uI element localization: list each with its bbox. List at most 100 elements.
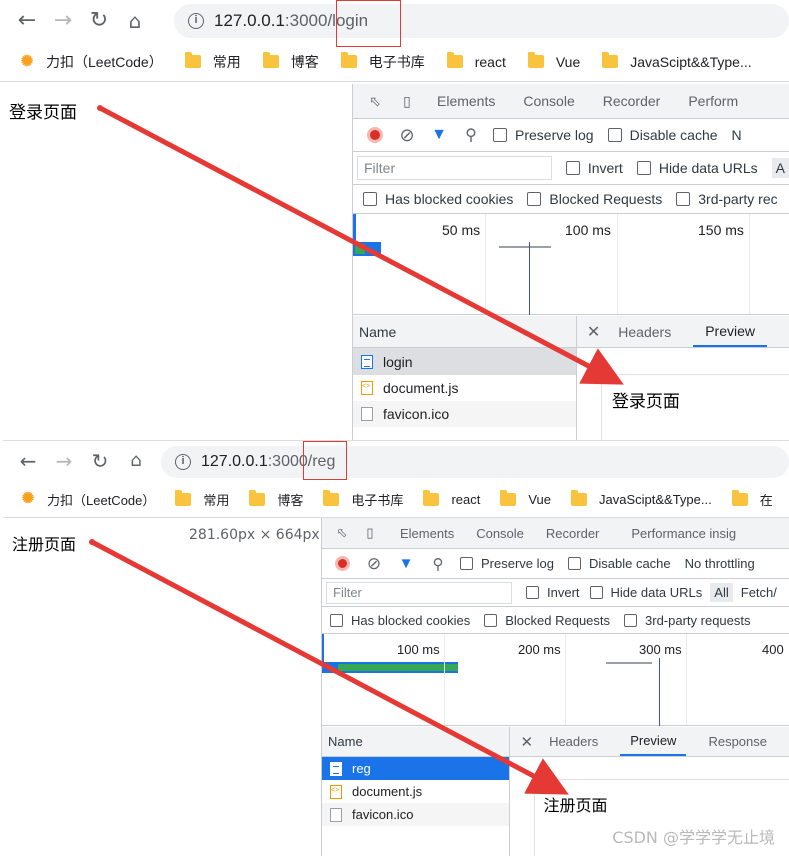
request-row-document-js[interactable]: document.js — [322, 780, 509, 803]
inspect-icon[interactable]: ⬁ — [332, 523, 352, 543]
bookmark-leetcode[interactable]: ✺ 力扣（LeetCode） — [18, 52, 163, 72]
blocked-requests-checkbox[interactable]: Blocked Requests — [527, 191, 662, 207]
filter-input[interactable]: Filter — [326, 581, 512, 604]
tab-preview[interactable]: Preview — [620, 727, 687, 756]
reload-icon[interactable]: ↻ — [85, 446, 115, 476]
tab-elements[interactable]: Elements — [437, 93, 495, 109]
back-icon[interactable]: ← — [13, 446, 43, 476]
inspect-icon[interactable]: ⬁ — [365, 91, 385, 111]
hide-data-urls-checkbox[interactable]: Hide data URLs — [636, 160, 758, 176]
close-icon[interactable]: ✕ — [587, 322, 600, 342]
folder-icon — [446, 52, 463, 68]
filter-icon[interactable]: ▼ — [396, 554, 416, 574]
preserve-log-checkbox[interactable]: Preserve log — [460, 556, 554, 571]
bookmark-folder[interactable]: JavaScipt&&Type... — [571, 489, 712, 507]
search-icon[interactable]: ⚲ — [428, 554, 448, 574]
has-blocked-cookies-checkbox[interactable]: Has blocked cookies — [330, 613, 470, 628]
search-icon[interactable]: ⚲ — [461, 125, 481, 145]
folder-icon — [323, 489, 340, 506]
browser-toolbar: ← → ↻ ⌂ i 127.0.0.1:3000/reg — [3, 441, 789, 481]
tab-console[interactable]: Console — [523, 93, 574, 109]
folder-icon — [731, 489, 748, 506]
bookmark-folder[interactable]: Vue — [500, 489, 551, 507]
bookmark-folder[interactable]: 博客 — [262, 52, 319, 72]
disable-cache-checkbox[interactable]: Disable cache — [607, 127, 718, 143]
throttling-select[interactable]: N — [732, 127, 742, 143]
name-column-header[interactable]: Name — [353, 316, 576, 348]
device-toggle-icon[interactable]: ▯ — [397, 91, 417, 111]
site-info-icon[interactable]: i — [175, 454, 191, 470]
preserve-log-checkbox[interactable]: Preserve log — [493, 127, 594, 143]
tab-recorder[interactable]: Recorder — [546, 526, 599, 541]
timeline-gridline — [444, 634, 445, 725]
address-bar[interactable]: i 127.0.0.1:3000/login — [174, 4, 789, 38]
network-timeline[interactable]: 100 ms 200 ms 300 ms 400 — [322, 634, 789, 726]
clear-icon[interactable]: ⊘ — [364, 554, 384, 574]
invert-checkbox[interactable]: Invert — [526, 585, 580, 600]
bookmark-folder[interactable]: react — [423, 489, 480, 507]
tab-headers[interactable]: Headers — [549, 727, 598, 756]
invert-checkbox[interactable]: Invert — [565, 160, 623, 176]
reload-icon[interactable]: ↻ — [84, 6, 114, 36]
folder-icon — [175, 489, 192, 506]
request-row-login[interactable]: login — [353, 348, 576, 375]
bookmark-folder[interactable]: 电子书库 — [323, 489, 403, 509]
filter-all-button[interactable]: A — [771, 158, 789, 178]
third-party-label: 3rd-party requests — [645, 612, 751, 628]
tab-response[interactable]: Response — [708, 727, 767, 756]
request-row-reg[interactable]: reg — [322, 757, 510, 780]
tab-performance-insights[interactable]: Performance insig — [631, 526, 736, 541]
home-icon[interactable]: ⌂ — [121, 446, 151, 476]
detail-tabbar: ✕ Headers Preview Response — [510, 727, 789, 757]
disable-cache-checkbox[interactable]: Disable cache — [567, 556, 671, 571]
home-icon[interactable]: ⌂ — [120, 6, 150, 36]
name-column-header[interactable]: Name — [322, 727, 510, 757]
site-info-icon[interactable]: i — [188, 13, 204, 29]
bookmark-leetcode[interactable]: ✺ 力扣（LeetCode） — [19, 490, 156, 509]
device-toggle-icon[interactable]: ▯ — [360, 523, 380, 543]
bookmark-folder[interactable]: 在 — [731, 489, 773, 509]
tab-performance[interactable]: Perform — [688, 93, 738, 109]
page-content: 登录页面 — [0, 84, 352, 440]
tab-headers[interactable]: Headers — [618, 316, 671, 347]
bookmark-folder[interactable]: Vue — [527, 52, 580, 70]
bookmark-folder[interactable]: 常用 — [184, 52, 241, 72]
network-timeline[interactable]: 50 ms 100 ms 150 ms — [353, 214, 789, 315]
request-name: reg — [352, 761, 371, 776]
third-party-checkbox[interactable]: 3rd-party rec — [676, 191, 778, 207]
tab-preview[interactable]: Preview — [693, 316, 767, 347]
hide-data-urls-checkbox[interactable]: Hide data URLs — [589, 585, 702, 600]
bookmark-folder[interactable]: react — [446, 52, 506, 70]
bookmark-folder[interactable]: 常用 — [175, 489, 229, 509]
timeline-gridline — [617, 214, 618, 314]
back-icon[interactable]: ← — [12, 6, 42, 36]
request-row-favicon[interactable]: favicon.ico — [322, 803, 510, 826]
blocked-requests-checkbox[interactable]: Blocked Requests — [484, 613, 610, 628]
bookmark-folder[interactable]: 电子书库 — [340, 52, 425, 72]
dom-content-loaded-line — [659, 658, 660, 726]
timeline-gridline — [686, 634, 687, 725]
clear-icon[interactable]: ⊘ — [397, 125, 417, 145]
tab-recorder[interactable]: Recorder — [603, 93, 661, 109]
has-blocked-cookies-checkbox[interactable]: Has blocked cookies — [363, 191, 513, 207]
third-party-checkbox[interactable]: 3rd-party requests — [624, 613, 751, 628]
filter-icon[interactable]: ▼ — [429, 125, 449, 145]
request-row-document-js[interactable]: document.js — [353, 375, 576, 401]
forward-icon[interactable]: → — [49, 446, 79, 476]
close-icon[interactable]: ✕ — [520, 733, 533, 751]
bookmarks-bar: ✺ 力扣（LeetCode） 常用 博客 电子书库 react Vue JavaS… — [3, 481, 789, 518]
record-icon[interactable] — [365, 125, 385, 145]
tab-elements[interactable]: Elements — [400, 526, 454, 541]
filter-all-button[interactable]: All — [710, 583, 733, 602]
filter-fetch-button[interactable]: Fetch/ — [741, 585, 777, 600]
bookmark-folder[interactable]: JavaScipt&&Type... — [602, 52, 752, 70]
forward-icon[interactable]: → — [48, 6, 78, 36]
record-icon[interactable] — [332, 554, 352, 574]
blocked-filters-row: Has blocked cookies Blocked Requests 3rd… — [353, 185, 789, 214]
filter-input[interactable]: Filter — [357, 156, 552, 180]
tab-console[interactable]: Console — [476, 526, 524, 541]
request-row-favicon[interactable]: favicon.ico — [353, 401, 576, 427]
address-bar[interactable]: i 127.0.0.1:3000/reg — [161, 446, 789, 478]
bookmark-folder[interactable]: 博客 — [249, 489, 303, 509]
throttling-select[interactable]: No throttling — [685, 556, 755, 571]
